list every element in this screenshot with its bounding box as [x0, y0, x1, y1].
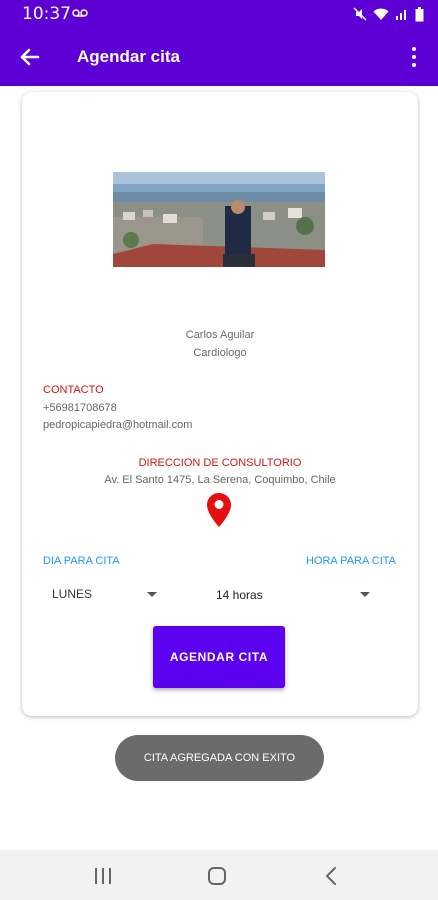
arrow-left-icon[interactable] [14, 42, 46, 72]
day-label: DIA PARA CITA [43, 555, 120, 567]
doctor-specialty: Cardiologo [193, 347, 247, 359]
address-heading: DIRECCION DE CONSULTORIO [138, 457, 302, 469]
chevron-down-icon [147, 592, 157, 597]
contact-phone: +56981708678 [43, 402, 117, 414]
home-icon[interactable] [208, 867, 226, 885]
day-value: LUNES [52, 587, 93, 601]
doctor-card: Carlos Aguilar Cardiologo CONTACTO +5698… [22, 92, 418, 716]
battery-icon [415, 6, 424, 21]
map-pin-icon[interactable] [206, 492, 232, 528]
chevron-down-icon [360, 592, 370, 597]
status-bar: 10:37 [0, 0, 438, 28]
success-toast: CITA AGREGADA CON EXITO [115, 735, 324, 781]
signal-icon [396, 10, 406, 20]
wifi-icon [373, 8, 389, 20]
doctor-photo [113, 172, 325, 267]
mute-icon [353, 7, 367, 21]
app-bar: Agendar cita [0, 28, 438, 86]
day-dropdown[interactable]: LUNES [43, 580, 167, 608]
status-time: 10:37 [22, 4, 71, 24]
hour-dropdown[interactable]: 14 horas [210, 580, 380, 608]
address-text: Av. El Santo 1475, La Serena, Coquimbo, … [104, 474, 336, 486]
more-vert-icon[interactable] [402, 44, 426, 70]
doctor-name: Carlos Aguilar [185, 329, 255, 341]
voicemail-icon [72, 9, 88, 17]
contact-heading: CONTACTO [43, 384, 104, 396]
hour-label: HORA PARA CITA [305, 555, 396, 567]
hour-value: 14 horas [216, 588, 263, 602]
schedule-appointment-button[interactable]: AGENDAR CITA [153, 626, 285, 688]
system-nav-bar [0, 850, 438, 900]
recents-icon[interactable] [94, 868, 112, 884]
contact-email: pedropicapiedra@hotmail.com [43, 419, 193, 431]
back-nav-icon[interactable] [324, 866, 338, 886]
page-title: Agendar cita [77, 47, 180, 66]
